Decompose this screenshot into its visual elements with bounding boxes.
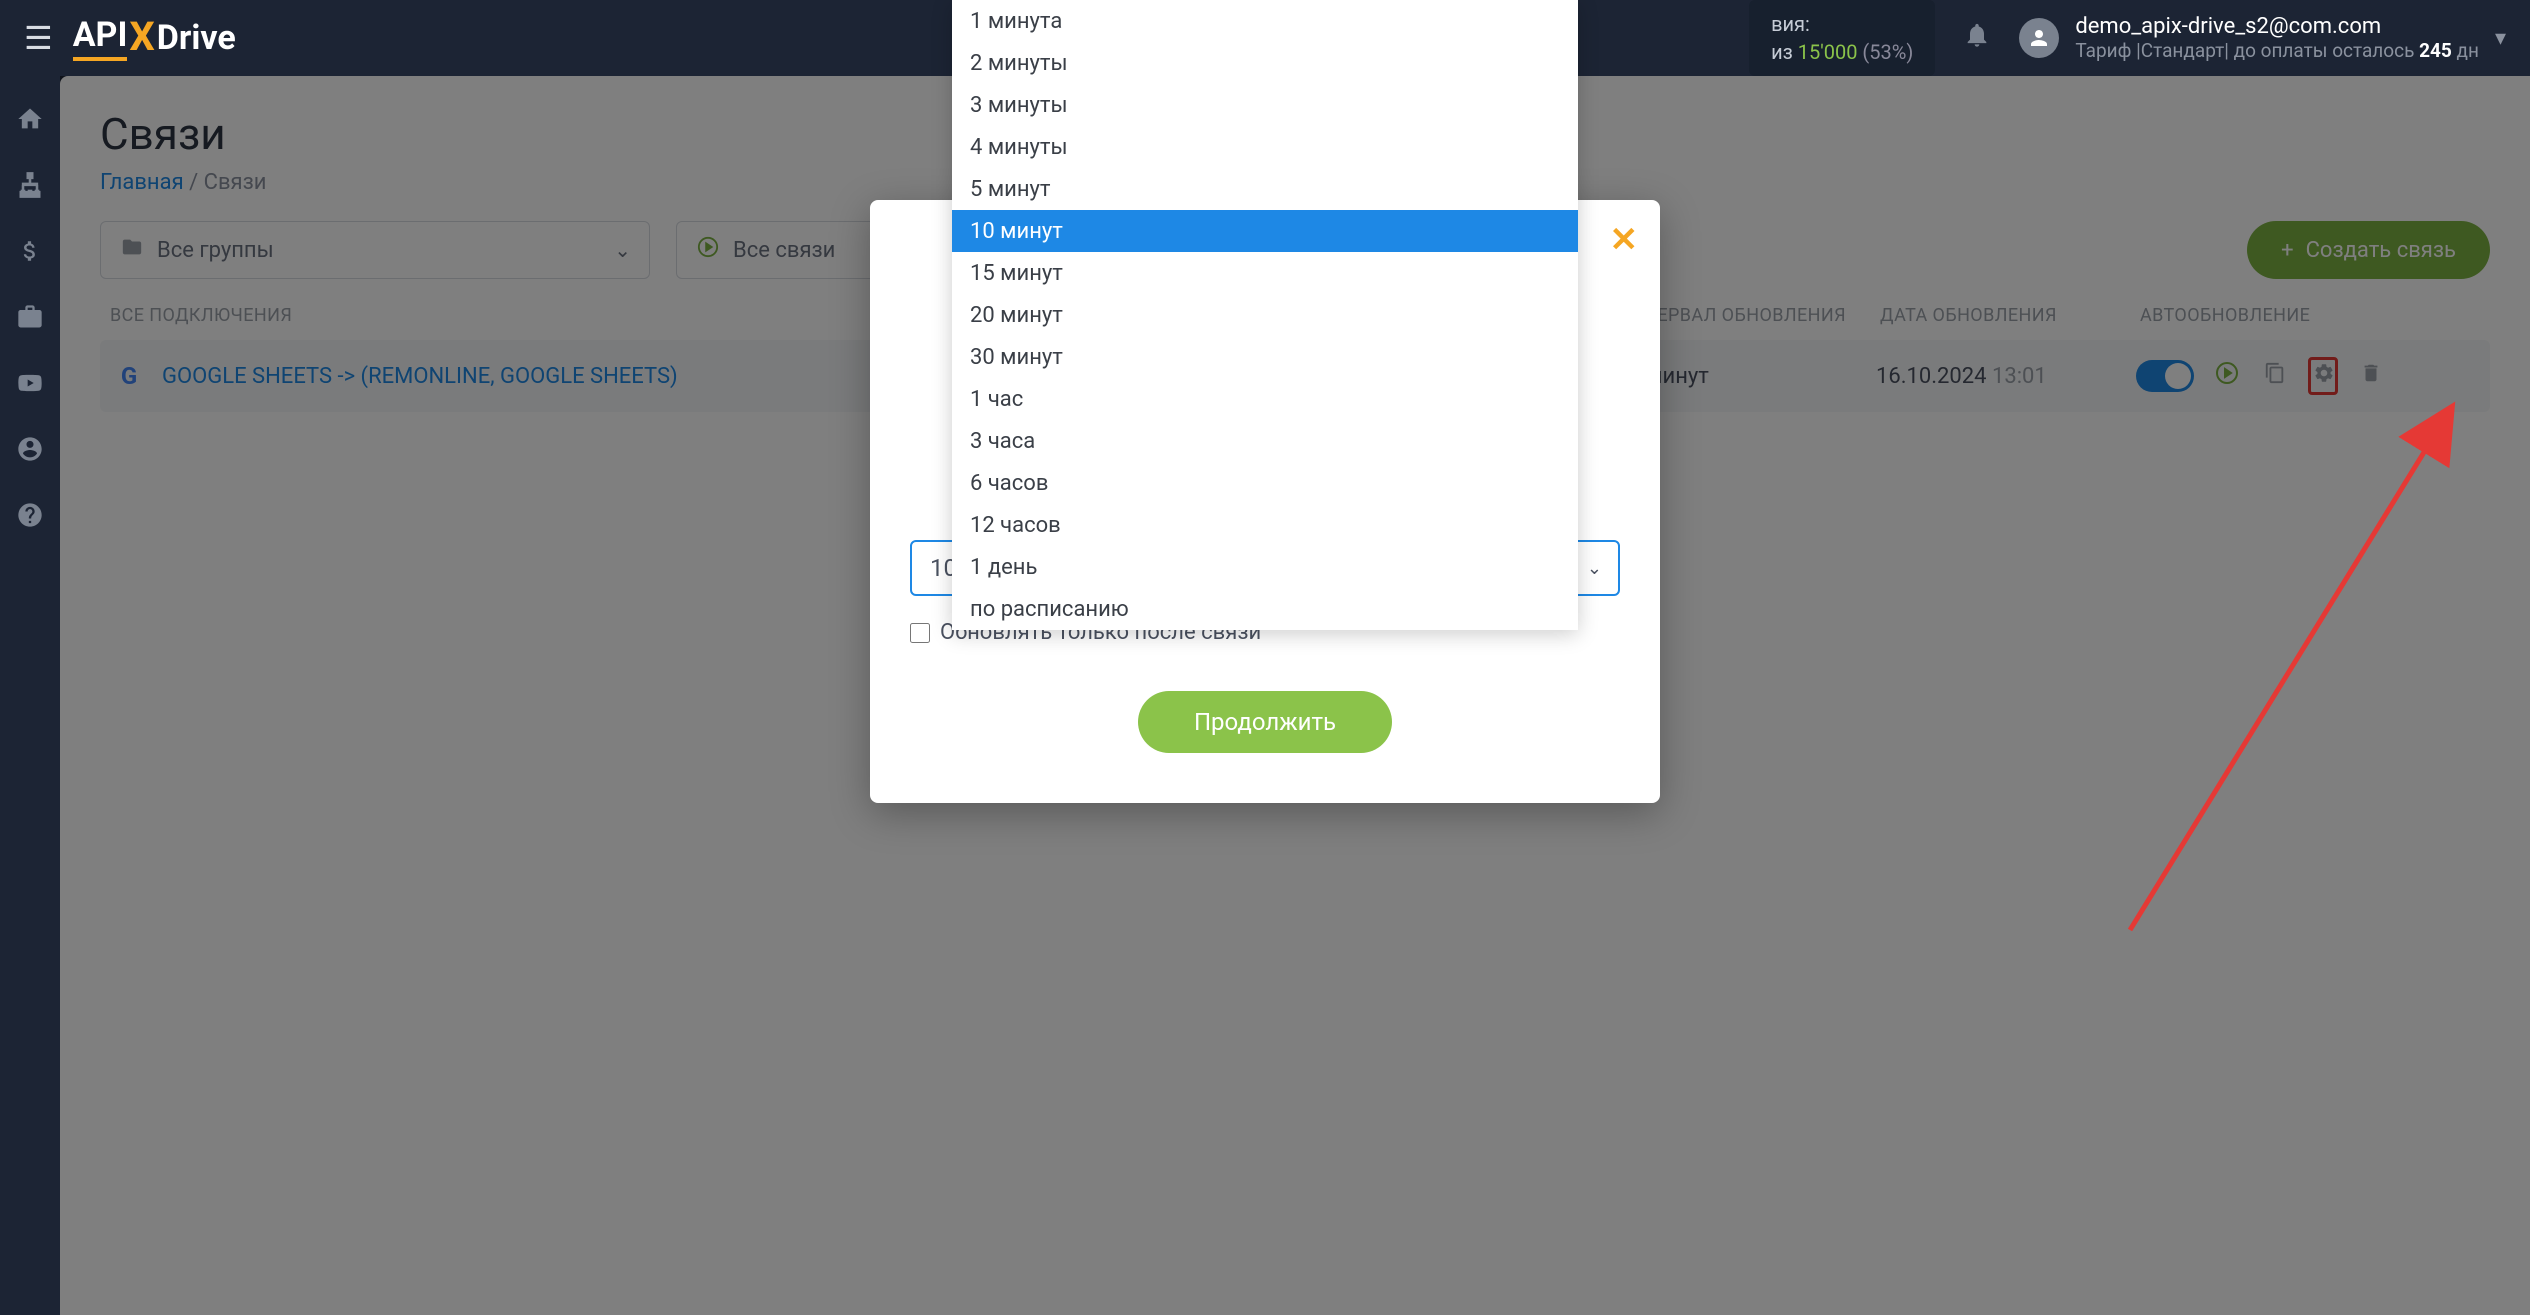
logo-post: Drive [157, 18, 236, 58]
interval-dropdown-list[interactable]: 1 минута2 минуты3 минуты4 минуты5 минут1… [952, 0, 1578, 630]
bell-icon[interactable] [1963, 21, 1991, 56]
youtube-icon[interactable] [13, 366, 47, 400]
close-icon[interactable]: ✕ [1610, 220, 1639, 260]
logo-pre: API [73, 15, 128, 55]
interval-option[interactable]: 20 минут [952, 294, 1578, 336]
home-icon[interactable] [13, 102, 47, 136]
briefcase-icon[interactable] [13, 300, 47, 334]
interval-option[interactable]: 2 минуты [952, 42, 1578, 84]
interval-option[interactable]: 3 часа [952, 420, 1578, 462]
sidebar [0, 76, 60, 1315]
actions-counter: вия: из 15'000 (53%) [1749, 0, 1935, 76]
interval-option[interactable]: 3 минуты [952, 84, 1578, 126]
logo-x: X [129, 13, 154, 60]
chevron-down-icon: ⌄ [1587, 558, 1602, 579]
interval-option[interactable]: 1 час [952, 378, 1578, 420]
chevron-down-icon: ▾ [2495, 26, 2506, 51]
hamburger-icon[interactable]: ☰ [24, 19, 53, 57]
sitemap-icon[interactable] [13, 168, 47, 202]
user-menu[interactable]: demo_apix-drive_s2@com.com Тариф |Станда… [2019, 14, 2506, 62]
help-icon[interactable] [13, 498, 47, 532]
interval-option[interactable]: 15 минут [952, 252, 1578, 294]
dollar-icon[interactable] [13, 234, 47, 268]
user-circle-icon[interactable] [13, 432, 47, 466]
interval-option[interactable]: 30 минут [952, 336, 1578, 378]
checkbox-input[interactable] [910, 623, 930, 643]
user-email: demo_apix-drive_s2@com.com [2075, 14, 2479, 39]
interval-option[interactable]: по расписанию [952, 588, 1578, 630]
interval-option[interactable]: 1 минута [952, 0, 1578, 42]
avatar-icon [2019, 18, 2059, 58]
interval-option[interactable]: 10 минут [952, 210, 1578, 252]
interval-option[interactable]: 12 часов [952, 504, 1578, 546]
interval-option[interactable]: 5 минут [952, 168, 1578, 210]
interval-option[interactable]: 1 день [952, 546, 1578, 588]
logo[interactable]: APIXDrive [73, 15, 236, 62]
interval-option[interactable]: 6 часов [952, 462, 1578, 504]
continue-button[interactable]: Продолжить [1138, 691, 1392, 753]
interval-option[interactable]: 4 минуты [952, 126, 1578, 168]
